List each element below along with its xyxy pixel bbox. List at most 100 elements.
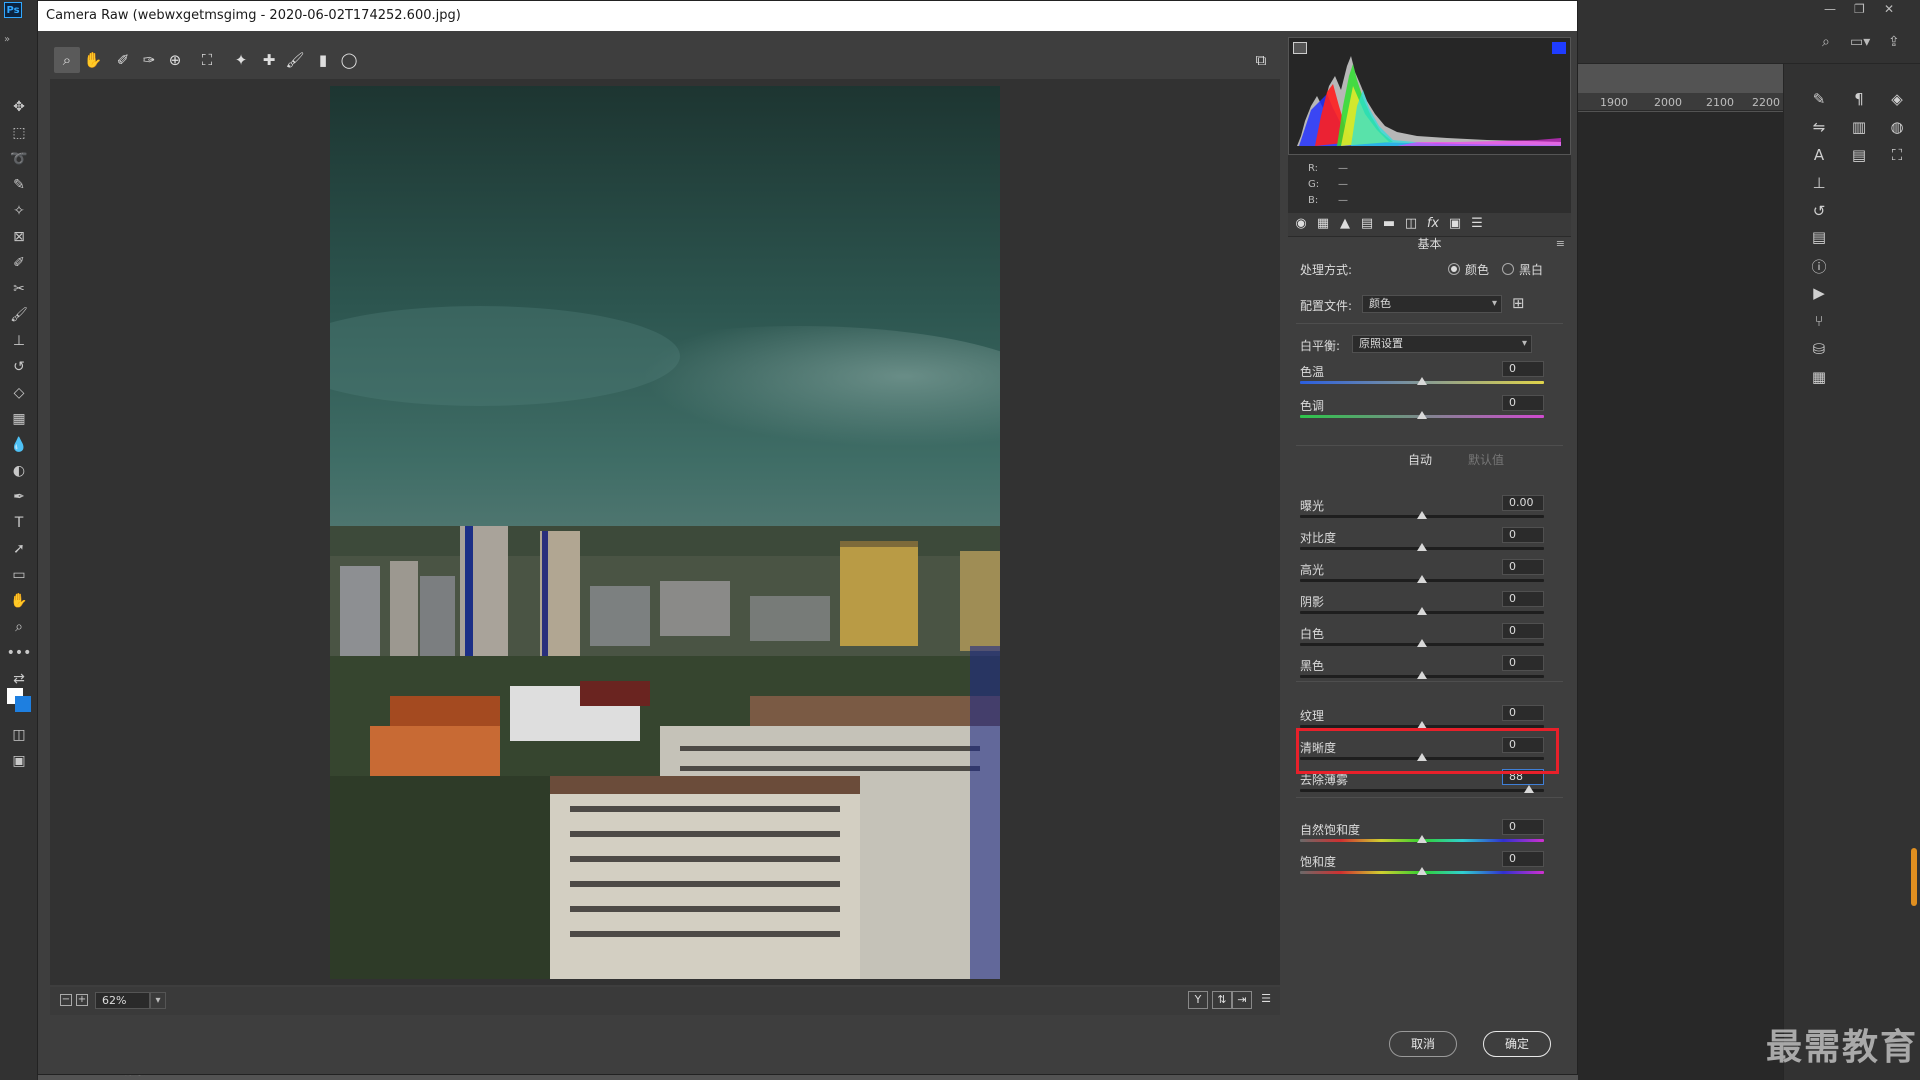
screen-mode-icon[interactable]: ▣ [0,748,38,774]
type-tool-icon[interactable]: T [0,510,38,536]
move-tool-icon[interactable]: ✥ [0,94,38,120]
brush-settings-icon[interactable]: ✎ [1808,90,1830,108]
cancel-button[interactable]: 取消 [1389,1031,1457,1057]
magic-wand-tool-icon[interactable]: ✧ [0,198,38,224]
slider-thumb[interactable] [1417,575,1427,583]
targeted-adjust-tool-icon[interactable]: ⊕ [162,47,188,73]
crop-tool-icon[interactable]: ✂ [0,276,38,302]
scrollbar[interactable] [1911,848,1917,906]
slider-value-input[interactable]: 0 [1502,559,1544,575]
adjustment-brush-icon[interactable]: 🖌 [282,47,308,73]
spot-removal-tool-icon[interactable]: ✚ [256,47,282,73]
paragraph-icon[interactable]: ¶ [1848,90,1870,108]
copy-settings-icon[interactable]: ⇥ [1232,991,1252,1009]
profile-dropdown[interactable]: 颜色 ▾ [1362,295,1502,313]
path-select-tool-icon[interactable]: ➚ [0,536,38,562]
default-link[interactable]: 默认值 [1468,451,1504,468]
stamp-tool-icon[interactable]: ⊥ [0,328,38,354]
marquee-tool-icon[interactable]: ⬚ [0,120,38,146]
tab-calibration-icon[interactable]: ▣ [1446,216,1464,234]
eraser-tool-icon[interactable]: ◇ [0,380,38,406]
eyedropper-tool-icon[interactable]: ✐ [0,250,38,276]
history-icon[interactable]: ↺ [1808,202,1830,220]
tab-split-toning-icon[interactable]: ▬ [1380,216,1398,234]
slider-thumb[interactable] [1524,785,1535,793]
slider-track[interactable] [1300,789,1544,792]
3d-icon[interactable]: ⛁ [1808,340,1830,358]
quick-mask-icon[interactable]: ◫ [0,722,38,748]
close-icon[interactable]: ✕ [1884,2,1894,16]
slider-thumb[interactable] [1417,671,1427,679]
swap-before-after-icon[interactable]: ⇅ [1212,991,1232,1009]
zoom-level[interactable]: 62% [95,992,150,1009]
workspace-icon[interactable]: ▭▾ [1850,34,1870,50]
history-brush-tool-icon[interactable]: ↺ [0,354,38,380]
navigator-icon[interactable]: ▤ [1808,228,1830,246]
slider-value-input[interactable]: 0 [1502,361,1544,377]
adjustments-icon[interactable]: ⇋ [1808,118,1830,136]
fullscreen-toggle-icon[interactable]: ⧉ [1248,47,1274,73]
panel-menu-icon[interactable]: ≡ [1556,237,1565,250]
slider-value-input[interactable]: 0 [1502,395,1544,411]
slider-value-input[interactable]: 0.00 [1502,495,1544,511]
zoom-dropdown-icon[interactable]: ▾ [150,992,166,1009]
dodge-tool-icon[interactable]: ◐ [0,458,38,484]
white-balance-tool-icon[interactable]: ✐ [110,47,136,73]
tab-detail-icon[interactable]: ▲ [1336,216,1354,234]
slider-value-input[interactable]: 0 [1502,623,1544,639]
preview-settings-icon[interactable]: ☰ [1256,991,1276,1009]
minimize-icon[interactable]: — [1824,2,1836,16]
background-color-swatch[interactable] [15,696,31,712]
paths-icon[interactable]: ⛶ [1886,146,1908,164]
before-after-view-icon[interactable]: Y [1188,991,1208,1009]
auto-link[interactable]: 自动 [1408,451,1432,468]
pen-tool-icon[interactable]: ✒ [0,484,38,510]
slider-thumb[interactable] [1417,835,1427,843]
layer-comps-icon[interactable]: ⑂ [1808,312,1830,330]
slider-value-input[interactable]: 0 [1502,819,1544,835]
search-icon[interactable]: ⌕ [1822,34,1830,50]
slider-value-input[interactable]: 0 [1502,851,1544,867]
zoom-tool-icon[interactable]: ⌕ [0,614,38,640]
image-preview[interactable] [50,79,1280,985]
gradient-tool-icon[interactable]: ▦ [0,406,38,432]
slider-thumb[interactable] [1417,377,1427,385]
channels-icon[interactable]: ◍ [1886,118,1908,136]
slider-value-input[interactable]: 0 [1502,655,1544,671]
ok-button[interactable]: 确定 [1483,1031,1551,1057]
treatment-color-radio[interactable] [1448,263,1460,275]
zoom-in-button[interactable]: + [76,994,88,1006]
zoom-tool-icon[interactable]: ⌕ [54,47,80,73]
radial-filter-icon[interactable]: ◯ [336,47,362,73]
slider-thumb[interactable] [1417,639,1427,647]
graduated-filter-icon[interactable]: ▮ [310,47,336,73]
blur-tool-icon[interactable]: 💧 [0,432,38,458]
tab-presets-icon[interactable]: ☰ [1468,216,1486,234]
slider-thumb[interactable] [1417,411,1427,419]
restore-icon[interactable]: ❐ [1854,2,1865,16]
crop-tool-icon[interactable]: ⛶ [194,47,220,73]
slider-value-input[interactable]: 0 [1502,591,1544,607]
white-balance-dropdown[interactable]: 原照设置 ▾ [1352,335,1532,353]
slider-thumb[interactable] [1417,511,1427,519]
clone-source-icon[interactable]: ⊥ [1808,174,1830,192]
slider-value-input[interactable]: 0 [1502,705,1544,721]
hand-tool-icon[interactable]: ✋ [80,47,106,73]
layers-icon[interactable]: ◈ [1886,90,1908,108]
hand-tool-icon[interactable]: ✋ [0,588,38,614]
tab-lens-icon[interactable]: ◫ [1402,216,1420,234]
zoom-out-button[interactable]: − [60,994,72,1006]
tab-basic-icon[interactable]: ◉ [1292,216,1310,234]
info-icon[interactable]: ⓘ [1808,256,1830,277]
share-icon[interactable]: ⇪ [1888,34,1900,50]
more-tools-icon[interactable]: ••• [0,640,38,666]
slider-thumb[interactable] [1417,543,1427,551]
slider-thumb[interactable] [1417,607,1427,615]
lasso-tool-icon[interactable]: ➰ [0,146,38,172]
actions-icon[interactable]: ▶ [1808,284,1830,302]
libraries-icon[interactable]: ▥ [1848,118,1870,136]
tab-tone-curve-icon[interactable]: ▦ [1314,216,1332,234]
slider-value-input[interactable]: 0 [1502,527,1544,543]
color-sampler-tool-icon[interactable]: ✑ [136,47,162,73]
tab-hsl-icon[interactable]: ▤ [1358,216,1376,234]
